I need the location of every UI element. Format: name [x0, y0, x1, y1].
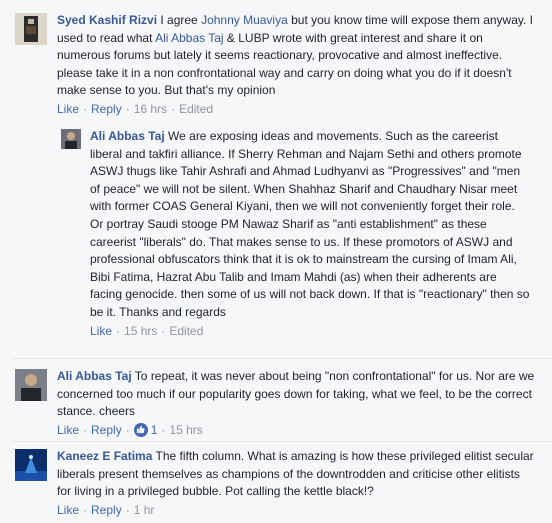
like-link[interactable]: Like: [57, 101, 79, 117]
comment-author[interactable]: Syed Kashif Rizvi: [57, 13, 157, 27]
comment-author[interactable]: Ali Abbas Taj: [90, 129, 165, 143]
like-link[interactable]: Like: [90, 323, 112, 339]
avatar-syed-kashif-rizvi[interactable]: [15, 13, 47, 45]
thumbs-up-icon: [133, 422, 148, 437]
comment-actions: Like · Reply · 16 hrs · Edited: [57, 101, 214, 117]
comment-timestamp[interactable]: 15 hrs: [169, 422, 202, 438]
avatar-ali-abbas-taj[interactable]: [15, 369, 47, 401]
comment-timestamp[interactable]: 16 hrs: [134, 101, 167, 117]
comment-actions: Like · Reply · 1 hr: [57, 502, 155, 518]
comment-timestamp[interactable]: 1 hr: [134, 502, 155, 518]
comment-divider: [13, 441, 552, 442]
comment-body: Ali Abbas Taj To repeat, it was never ab…: [57, 369, 535, 419]
comment-ali-abbas-taj: Ali Abbas Taj To repeat, it was never ab…: [15, 368, 535, 438]
mention-link[interactable]: Johnny Muaviya: [201, 13, 288, 27]
edited-label[interactable]: Edited: [169, 323, 203, 339]
comment-actions: Like · Reply · 1 · 15 hrs: [57, 422, 203, 438]
comment-timestamp[interactable]: 15 hrs: [124, 323, 157, 339]
comment-body: Kaneez E Fatima The fifth column. What i…: [57, 449, 534, 499]
like-count[interactable]: 1: [151, 422, 158, 438]
comment-body: Syed Kashif Rizvi I agree Johnny Muaviya…: [57, 13, 534, 98]
reply-link[interactable]: Reply: [91, 502, 122, 518]
like-link[interactable]: Like: [57, 502, 79, 518]
edited-label[interactable]: Edited: [179, 101, 213, 117]
avatar-ali-abbas-taj[interactable]: [61, 129, 81, 149]
mention-link[interactable]: Ali Abbas Taj: [155, 31, 224, 45]
comment-kaneez-e-fatima: Kaneez E Fatima The fifth column. What i…: [15, 448, 535, 518]
comment-author[interactable]: Ali Abbas Taj: [57, 369, 132, 383]
comment-author[interactable]: Kaneez E Fatima: [57, 449, 152, 463]
comment-divider: [13, 358, 552, 359]
comment-syed-kashif-rizvi: Syed Kashif Rizvi I agree Johnny Muaviya…: [15, 12, 535, 117]
comment-actions: Like · 15 hrs · Edited: [90, 323, 204, 339]
avatar-kaneez-e-fatima[interactable]: [15, 449, 47, 481]
reply-ali-abbas-taj: Ali Abbas Taj We are exposing ideas and …: [61, 128, 531, 339]
reply-link[interactable]: Reply: [91, 422, 122, 438]
reply-link[interactable]: Reply: [91, 101, 122, 117]
like-link[interactable]: Like: [57, 422, 79, 438]
comment-body: Ali Abbas Taj We are exposing ideas and …: [90, 129, 530, 319]
